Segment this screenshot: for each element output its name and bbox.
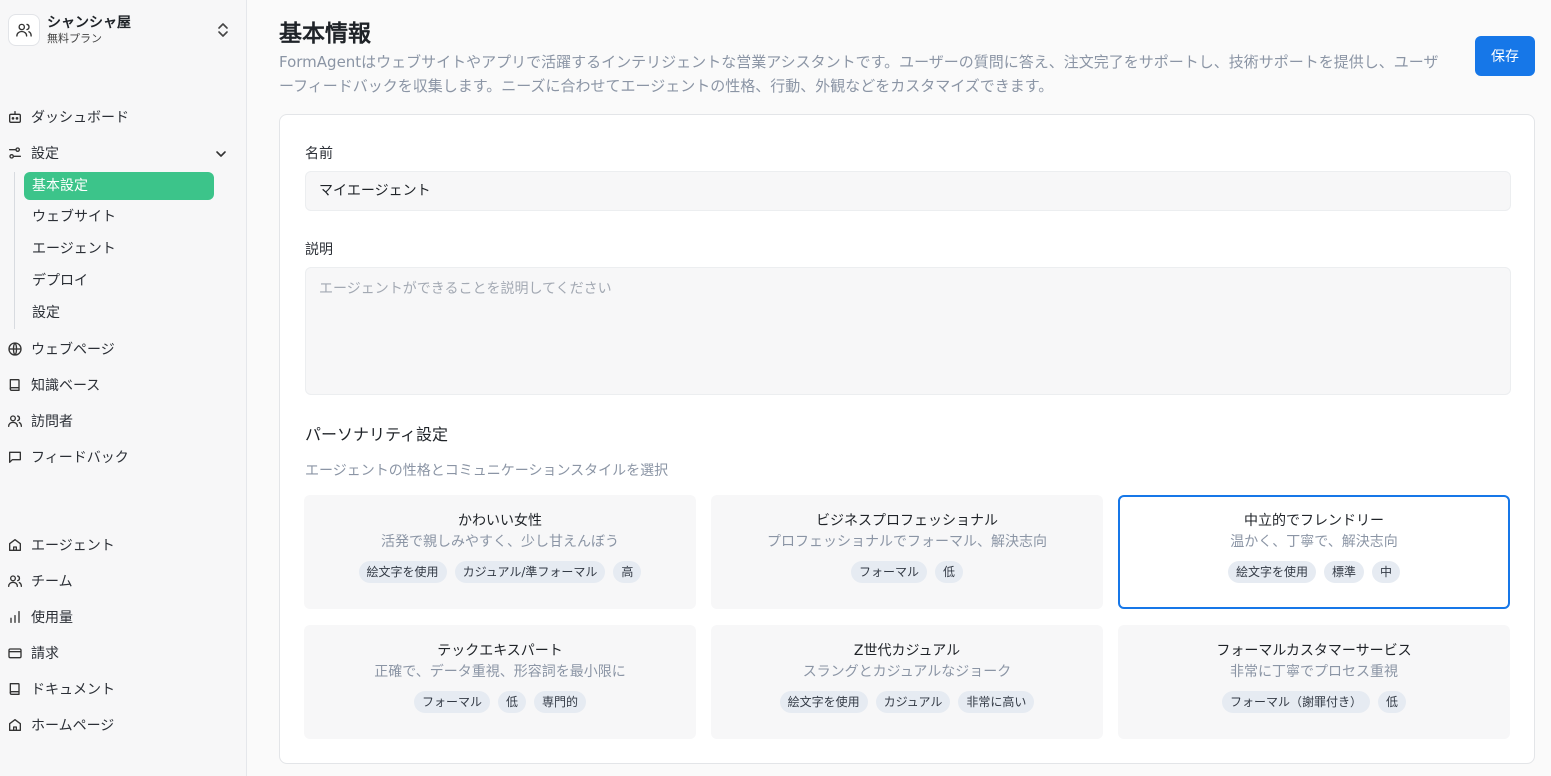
sidebar: シャンシャ屋 無料プラン ダッシュボード 設定 基本設定 ウェブサイト エージェ… [0,0,247,776]
basic-info-card: 名前 マイエージェント 説明 エージェントができることを説明してください パーソ… [279,114,1535,764]
personality-title: パーソナリティ設定 [305,425,449,444]
nav-homepage[interactable]: ホームページ [6,713,114,737]
persona-card-gen-z-casual[interactable]: Z世代カジュアル スラングとカジュアルなジョーク 絵文字を使用 カジュアル 非常… [711,625,1103,739]
nav-knowledge-base[interactable]: 知識ベース [6,373,100,397]
nav-settings-label: 設定 [31,146,59,162]
robot-icon [6,108,24,126]
nav-dashboard[interactable]: ダッシュボード [6,105,129,129]
persona-tag: 高 [613,561,642,583]
sidebar-item-agent[interactable]: エージェント [24,235,214,263]
users-icon [6,412,24,430]
persona-subtitle: 温かく、丁寧で、解決志向 [1230,534,1398,550]
name-label: 名前 [305,146,333,162]
nav-dashboard-label: ダッシュボード [31,110,129,126]
nav-documents[interactable]: ドキュメント [6,677,115,701]
nav-feedback[interactable]: フィードバック [6,445,129,469]
nav-webpages[interactable]: ウェブページ [6,337,115,361]
workspace-plan: 無料プラン [47,32,102,45]
persona-title: Z世代カジュアル [853,643,961,659]
name-input[interactable]: マイエージェント [305,171,1511,211]
bar-chart-icon [6,608,24,626]
persona-title: フォーマルカスタマーサービス [1216,643,1412,659]
persona-tag: 絵文字を使用 [779,691,868,713]
nav-agents[interactable]: エージェント [6,533,115,557]
persona-tag: 絵文字を使用 [358,561,447,583]
description-textarea[interactable]: エージェントができることを説明してください [305,267,1511,395]
nav-visitors[interactable]: 訪問者 [6,409,73,433]
persona-subtitle: 正確で、データ重視、形容詞を最小限に [374,664,626,680]
description-label: 説明 [305,242,333,258]
persona-card-formal-customer-service[interactable]: フォーマルカスタマーサービス 非常に丁寧でプロセス重視 フォーマル（謝罪付き） … [1118,625,1510,739]
persona-subtitle: スラングとカジュアルなジョーク [802,664,1012,680]
save-button[interactable]: 保存 [1475,36,1535,76]
sidebar-item-settings[interactable]: 設定 [24,299,214,327]
nav-team-label: チーム [31,574,73,590]
personality-subtitle: エージェントの性格とコミュニケーションスタイルを選択 [305,463,669,479]
nav-agents-label: エージェント [31,538,115,554]
persona-subtitle: 非常に丁寧でプロセス重視 [1230,664,1398,680]
home-icon [6,716,24,734]
persona-tag: フォーマル [850,561,927,583]
persona-title: テックエキスパート [437,643,563,659]
globe-icon [6,340,24,358]
sidebar-item-basic-settings[interactable]: 基本設定 [24,172,214,200]
persona-title: 中立的でフレンドリー [1244,513,1384,529]
persona-tag: フォーマル（謝罪付き） [1221,691,1370,713]
persona-tag: 標準 [1323,561,1364,583]
persona-card-business-professional[interactable]: ビジネスプロフェッショナル プロフェッショナルでフォーマル、解決志向 フォーマル… [711,495,1103,609]
sidebar-item-deploy[interactable]: デプロイ [24,267,214,295]
chevron-down-icon[interactable] [214,146,228,165]
nav-team[interactable]: チーム [6,569,73,593]
persona-tag: カジュアル [875,691,951,713]
persona-tag: 低 [1378,691,1407,713]
book-icon [6,376,24,394]
users-icon [6,572,24,590]
persona-title: かわいい女性 [458,513,542,529]
page-description: FormAgentはウェブサイトやアプリで活躍するインテリジェントな営業アシスタ… [279,53,1439,95]
nav-documents-label: ドキュメント [31,682,115,698]
message-square-icon [6,448,24,466]
home-icon [6,536,24,554]
persona-subtitle: 活発で親しみやすく、少し甘えんぼう [381,534,619,550]
persona-tag: 絵文字を使用 [1227,561,1316,583]
persona-title: ビジネスプロフェッショナル [816,513,998,529]
settings-sliders-icon [6,144,24,162]
chevrons-up-down-icon[interactable] [216,22,230,42]
users-icon [8,14,40,46]
persona-card-neutral-friendly[interactable]: 中立的でフレンドリー 温かく、丁寧で、解決志向 絵文字を使用 標準 中 [1118,495,1510,609]
persona-tag: 低 [497,691,526,713]
persona-card-cute-female[interactable]: かわいい女性 活発で親しみやすく、少し甘えんぼう 絵文字を使用 カジュアル/準フ… [304,495,696,609]
nav-billing[interactable]: 請求 [6,641,59,665]
workspace-name: シャンシャ屋 [47,15,131,31]
persona-tag: 非常に高い [958,691,1035,713]
credit-card-icon [6,644,24,662]
book-icon [6,680,24,698]
nav-visitors-label: 訪問者 [31,414,73,430]
nav-usage-label: 使用量 [31,610,73,626]
persona-tag: フォーマル [413,691,490,713]
nav-billing-label: 請求 [31,646,59,662]
nav-settings[interactable]: 設定 [6,141,59,165]
persona-tag: カジュアル/準フォーマル [454,561,606,583]
persona-tag: 専門的 [534,691,587,713]
nav-homepage-label: ホームページ [31,718,115,734]
sidebar-item-website[interactable]: ウェブサイト [24,203,214,231]
nav-webpages-label: ウェブページ [31,342,115,358]
persona-subtitle: プロフェッショナルでフォーマル、解決志向 [767,534,1047,550]
persona-tag: 低 [935,561,964,583]
persona-card-tech-expert[interactable]: テックエキスパート 正確で、データ重視、形容詞を最小限に フォーマル 低 専門的 [304,625,696,739]
page-title: 基本情報 [279,21,371,47]
nav-usage[interactable]: 使用量 [6,605,73,629]
submenu-divider [14,172,15,329]
nav-feedback-label: フィードバック [31,450,129,466]
nav-knowledge-base-label: 知識ベース [31,378,101,394]
workspace-switcher[interactable]: シャンシャ屋 無料プラン [8,12,238,48]
persona-tag: 中 [1372,561,1401,583]
